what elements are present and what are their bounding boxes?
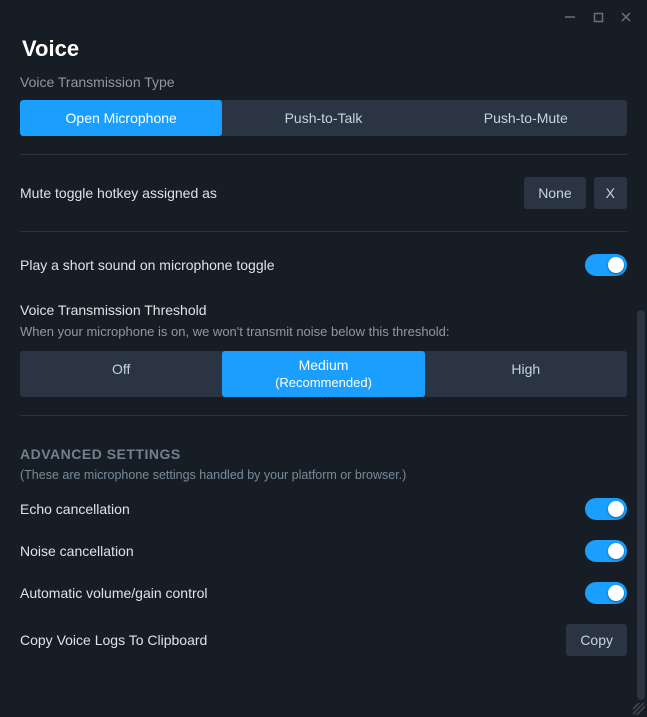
echo-label: Echo cancellation [20, 501, 130, 517]
hotkey-label: Mute toggle hotkey assigned as [20, 185, 217, 201]
advanced-sub: (These are microphone settings handled b… [20, 468, 627, 482]
close-button[interactable] [615, 8, 637, 26]
divider [20, 415, 627, 416]
threshold-desc: When your microphone is on, we won't tra… [20, 324, 627, 339]
copy-button[interactable]: Copy [566, 624, 627, 656]
threshold-segmented: Off Medium (Recommended) High [20, 351, 627, 397]
gain-label: Automatic volume/gain control [20, 585, 208, 601]
echo-row: Echo cancellation [20, 488, 627, 530]
threshold-title: Voice Transmission Threshold [20, 302, 627, 318]
gain-row: Automatic volume/gain control [20, 572, 627, 614]
noise-toggle[interactable] [585, 540, 627, 562]
sound-toggle-row: Play a short sound on microphone toggle [20, 250, 627, 280]
sound-toggle[interactable] [585, 254, 627, 276]
copy-row: Copy Voice Logs To Clipboard Copy [20, 614, 627, 666]
noise-row: Noise cancellation [20, 530, 627, 572]
hotkey-row: Mute toggle hotkey assigned as None X [20, 173, 627, 213]
threshold-high[interactable]: High [425, 351, 627, 397]
resize-grip[interactable] [633, 703, 645, 715]
transmission-ptt[interactable]: Push-to-Talk [222, 100, 424, 136]
threshold-medium-sub: (Recommended) [222, 375, 424, 391]
copy-label: Copy Voice Logs To Clipboard [20, 632, 207, 648]
hotkey-assign-button[interactable]: None [524, 177, 585, 209]
hotkey-clear-button[interactable]: X [594, 177, 627, 209]
minimize-button[interactable] [559, 8, 581, 26]
divider [20, 231, 627, 232]
gain-toggle[interactable] [585, 582, 627, 604]
threshold-medium-label: Medium [299, 357, 349, 373]
window-controls [559, 0, 647, 30]
maximize-button[interactable] [587, 8, 609, 26]
threshold-block: Voice Transmission Threshold When your m… [20, 302, 627, 397]
sound-toggle-label: Play a short sound on microphone toggle [20, 257, 275, 273]
threshold-off[interactable]: Off [20, 351, 222, 397]
noise-label: Noise cancellation [20, 543, 134, 559]
echo-toggle[interactable] [585, 498, 627, 520]
transmission-ptm[interactable]: Push-to-Mute [425, 100, 627, 136]
divider [20, 154, 627, 155]
transmission-segmented: Open Microphone Push-to-Talk Push-to-Mut… [20, 100, 627, 136]
scrollbar[interactable] [637, 310, 645, 700]
page-title: Voice [22, 36, 625, 62]
threshold-medium[interactable]: Medium (Recommended) [222, 351, 424, 397]
advanced-title: ADVANCED SETTINGS [20, 446, 627, 462]
transmission-label: Voice Transmission Type [20, 74, 627, 90]
transmission-open-mic[interactable]: Open Microphone [20, 100, 222, 136]
